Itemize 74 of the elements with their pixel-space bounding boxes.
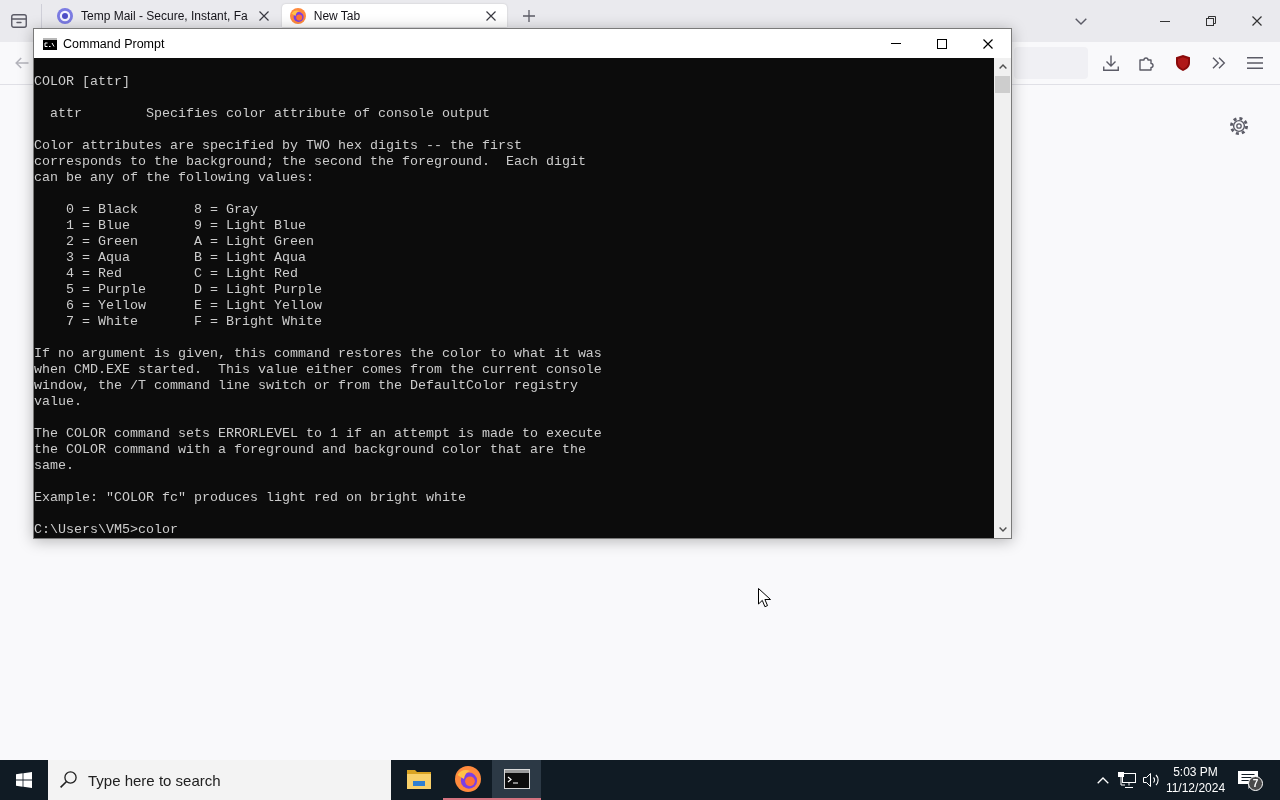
console-line: If no argument is given, this command restores the color to what it was — [34, 346, 602, 362]
clock-button[interactable]: 5:03 PM 11/12/2024 — [1163, 760, 1228, 800]
mouse-pointer-icon — [758, 588, 771, 608]
shield-icon — [1176, 55, 1190, 71]
chevron-down-icon — [998, 527, 1007, 532]
color-code-entry: F = Bright White — [194, 314, 322, 330]
parameter-name: attr — [50, 106, 82, 122]
color-code-entry: 5 = Purple — [66, 282, 146, 298]
console-line: Color attributes are specified by TWO hex digits -- the first — [34, 138, 522, 154]
color-code-entry: 4 = Red — [66, 266, 122, 282]
console-line: Example: "COLOR fc" produces light red on bright white — [34, 490, 466, 506]
close-icon — [485, 10, 496, 21]
box-icon — [11, 14, 27, 28]
arrow-left-icon — [15, 57, 29, 69]
terminal-icon — [503, 769, 530, 789]
close-icon — [258, 10, 269, 21]
browser-tab[interactable]: Temp Mail - Secure, Instant, Fa — [49, 4, 280, 27]
search-field[interactable]: Type here to search — [48, 760, 391, 800]
scrollbar[interactable] — [994, 58, 1011, 538]
color-code-entry: B = Light Aqua — [194, 250, 306, 266]
windows-logo-icon — [16, 772, 32, 788]
folder-icon — [406, 769, 431, 789]
close-icon — [983, 38, 993, 49]
address-field[interactable] — [1014, 47, 1088, 79]
maximize-icon — [937, 38, 947, 49]
color-code-entry: 2 = Green — [66, 234, 138, 250]
console-line: window, the /T command line switch or from the DefaultColor registry — [34, 378, 578, 394]
speaker-icon — [1142, 772, 1160, 788]
search-icon — [60, 771, 77, 788]
console-line: The COLOR command sets ERRORLEVEL to 1 if an attempt is made to execute — [34, 426, 602, 442]
browser-tab[interactable]: New Tab — [281, 4, 507, 27]
color-code-entry: A = Light Green — [194, 234, 314, 250]
color-code-entry: D = Light Purple — [194, 282, 322, 298]
double-chevron-icon — [1212, 57, 1226, 69]
ring-icon — [57, 7, 73, 24]
parameter-description: Specifies color attribute of console output — [146, 106, 490, 122]
close-icon — [1252, 16, 1262, 26]
minimize-icon — [1160, 20, 1170, 22]
browser-icon — [454, 766, 481, 792]
gear-icon — [1230, 117, 1248, 135]
menu-icon — [1247, 57, 1263, 69]
chevron-up-icon — [998, 64, 1007, 69]
chevron-up-icon — [1097, 776, 1109, 784]
puzzle-icon — [1139, 55, 1155, 71]
console-line: value. — [34, 394, 82, 410]
terminal-icon — [43, 37, 57, 50]
console-line: when CMD.EXE started. This value either comes from the current console — [34, 362, 602, 378]
console-line: corresponds to the background; the second the foreground. Each digit — [34, 154, 586, 170]
restore-icon — [1206, 16, 1216, 26]
notification-badge: 7 — [1248, 776, 1263, 791]
notification-button[interactable]: 7 — [1228, 760, 1268, 800]
color-code-entry: 3 = Aqua — [66, 250, 130, 266]
minimize-icon — [891, 43, 901, 44]
color-code-entry: 0 = Black — [66, 202, 138, 218]
console-line: can be any of the following values: — [34, 170, 314, 186]
color-code-entry: 1 = Blue — [66, 218, 130, 234]
console-line: same. — [34, 458, 74, 474]
console-line: the COLOR command with a foreground and background color that are the — [34, 442, 586, 458]
scrollbar-thumb[interactable] — [995, 76, 1010, 93]
download-icon — [1103, 55, 1119, 71]
taskbar-app-button[interactable] — [492, 760, 541, 800]
chevron-down-icon — [1075, 17, 1087, 25]
browser-icon — [289, 7, 306, 24]
network-icon — [1118, 772, 1136, 788]
color-code-entry: 8 = Gray — [194, 202, 258, 218]
plus-icon — [522, 9, 535, 22]
window-title: Command Prompt — [63, 36, 165, 51]
color-code-entry: 9 = Light Blue — [194, 218, 306, 234]
color-code-entry: E = Light Yellow — [194, 298, 322, 314]
console-line: COLOR [attr] — [34, 74, 130, 90]
color-code-entry: C = Light Red — [194, 266, 298, 282]
console-line: C:\Users\VM5>color — [34, 522, 178, 538]
color-code-entry: 7 = White — [66, 314, 138, 330]
color-code-entry: 6 = Yellow — [66, 298, 146, 314]
